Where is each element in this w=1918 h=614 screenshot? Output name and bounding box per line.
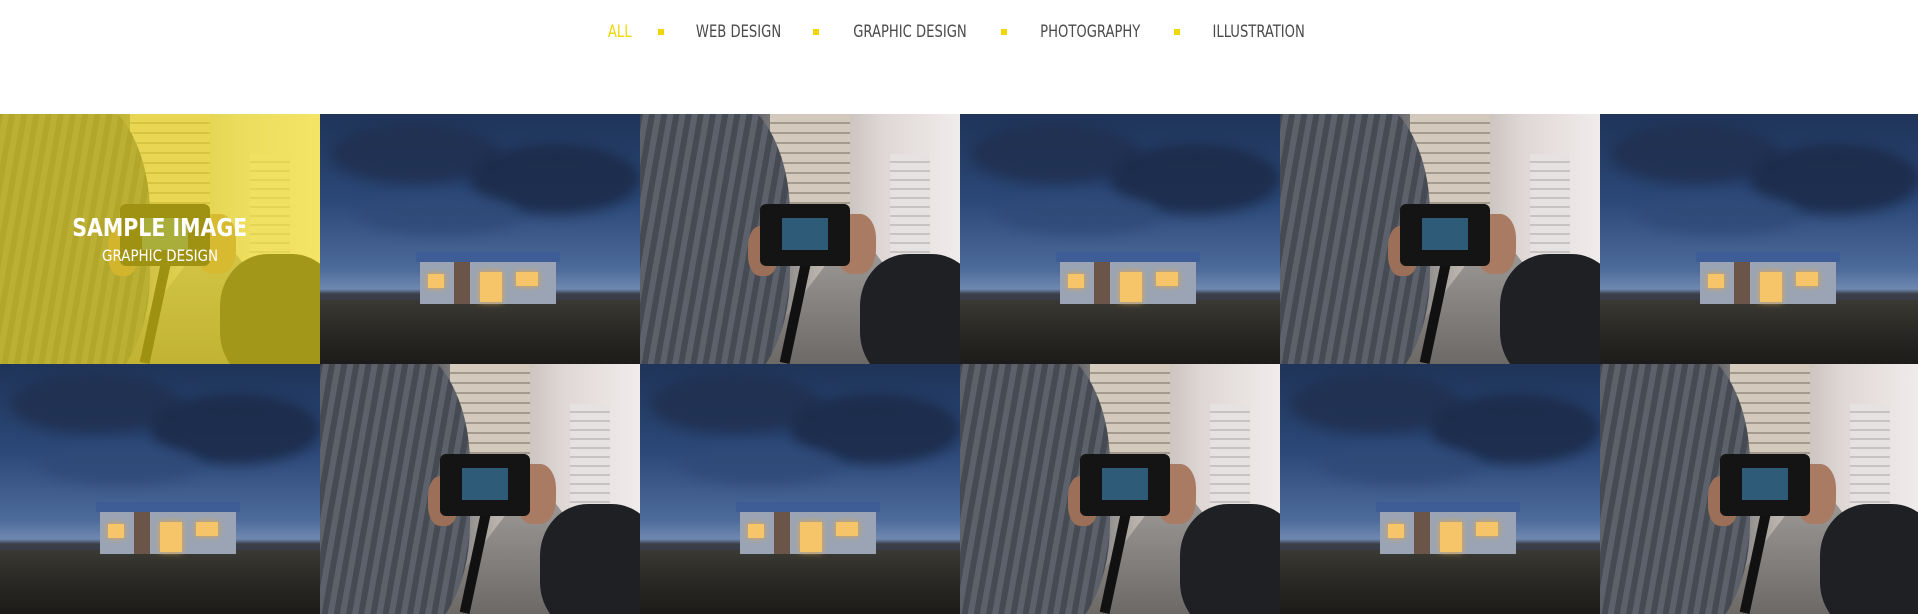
portfolio-item[interactable] bbox=[320, 364, 640, 614]
portfolio-item[interactable] bbox=[1600, 364, 1918, 614]
portfolio-thumbnail-image bbox=[320, 114, 640, 364]
portfolio-item[interactable] bbox=[1280, 364, 1600, 614]
portfolio-thumbnail-image bbox=[1600, 364, 1918, 614]
filter-photography[interactable]: PHOTOGRAPHY bbox=[1038, 22, 1143, 42]
portfolio-item[interactable] bbox=[960, 114, 1280, 364]
filter-all[interactable]: ALL bbox=[605, 22, 634, 42]
portfolio-item[interactable] bbox=[640, 364, 960, 614]
item-category: GRAPHIC DESIGN bbox=[101, 246, 219, 265]
hover-overlay[interactable]: SAMPLE IMAGE GRAPHIC DESIGN bbox=[0, 114, 320, 364]
portfolio-item[interactable] bbox=[0, 364, 320, 614]
portfolio-item[interactable] bbox=[960, 364, 1280, 614]
portfolio-thumbnail-image bbox=[640, 114, 960, 364]
portfolio-thumbnail-image bbox=[1280, 114, 1600, 364]
separator-dot-icon bbox=[1001, 29, 1008, 35]
item-title: SAMPLE IMAGE bbox=[72, 213, 248, 242]
separator-dot-icon bbox=[658, 29, 665, 35]
portfolio-thumbnail-image bbox=[1280, 364, 1600, 614]
filter-graphic-design[interactable]: GRAPHIC DESIGN bbox=[851, 22, 970, 42]
portfolio-thumbnail-image bbox=[320, 364, 640, 614]
portfolio-item[interactable] bbox=[1280, 114, 1600, 364]
filter-web-design[interactable]: WEB DESIGN bbox=[694, 22, 784, 42]
separator-dot-icon bbox=[813, 29, 820, 35]
portfolio-thumbnail-image bbox=[960, 114, 1280, 364]
portfolio-item[interactable]: SAMPLE IMAGE GRAPHIC DESIGN bbox=[0, 114, 320, 364]
portfolio-thumbnail-image bbox=[640, 364, 960, 614]
portfolio-item[interactable] bbox=[1600, 114, 1918, 364]
portfolio-thumbnail-image bbox=[1600, 114, 1918, 364]
portfolio-item[interactable] bbox=[320, 114, 640, 364]
filter-illustration[interactable]: ILLUSTRATION bbox=[1210, 22, 1307, 42]
portfolio-thumbnail-image bbox=[960, 364, 1280, 614]
portfolio-filter-nav: ALL WEB DESIGN GRAPHIC DESIGN PHOTOGRAPH… bbox=[0, 0, 1918, 64]
portfolio-item[interactable] bbox=[640, 114, 960, 364]
separator-dot-icon bbox=[1173, 29, 1180, 35]
portfolio-thumbnail-image bbox=[0, 364, 320, 614]
portfolio-grid: SAMPLE IMAGE GRAPHIC DESIGN bbox=[0, 114, 1918, 614]
